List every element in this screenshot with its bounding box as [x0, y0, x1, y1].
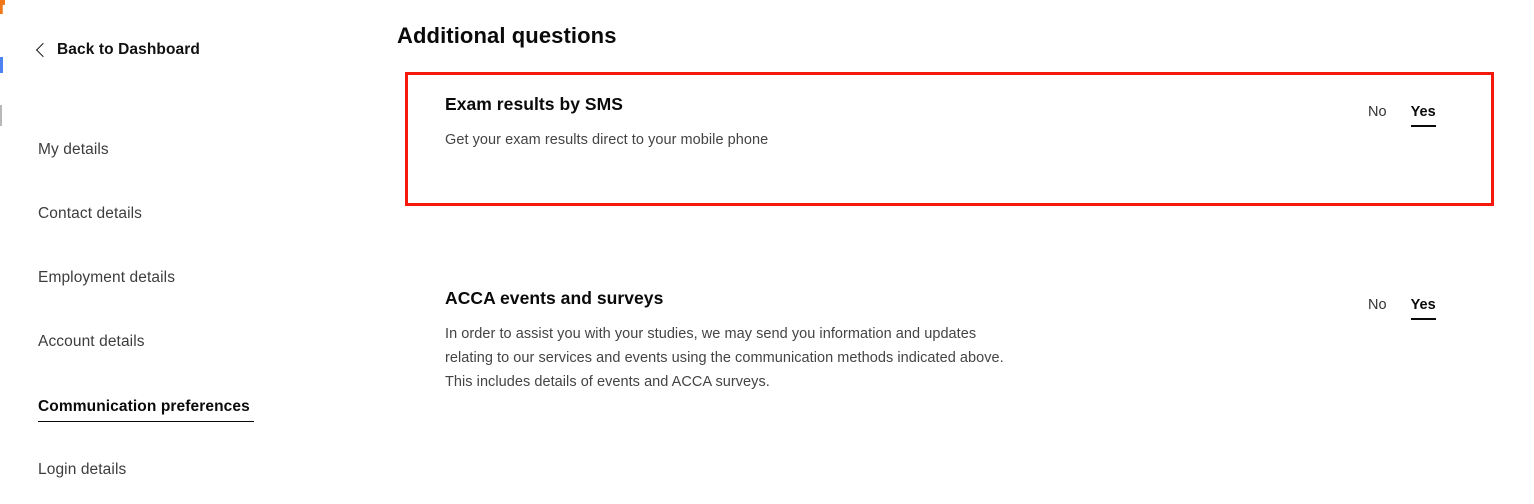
question-description-line: This includes details of events and ACCA… [445, 373, 770, 390]
toggle-option-yes[interactable]: Yes [1410, 105, 1436, 127]
question-block: ACCA events and surveys In order to assis… [445, 288, 1004, 394]
question-title: ACCA events and surveys [445, 288, 664, 308]
yes-no-toggle: No Yes [1368, 105, 1436, 127]
question-block: Exam results by SMS Get your exam results… [445, 94, 768, 152]
question-description: In order to assist you with your studies… [445, 322, 1004, 394]
toggle-option-no[interactable]: No [1368, 298, 1387, 313]
yes-no-toggle: No Yes [1368, 298, 1436, 320]
main-content: Additional questions Exam results by SMS… [0, 0, 1534, 504]
toggle-option-yes[interactable]: Yes [1410, 298, 1436, 320]
question-description: Get your exam results direct to your mob… [445, 128, 768, 152]
question-description-line: Get your exam results direct to your mob… [445, 131, 769, 148]
question-title: Exam results by SMS [445, 94, 623, 114]
page-title: Additional questions [397, 22, 617, 48]
toggle-option-no[interactable]: No [1368, 105, 1387, 120]
question-description-line: relating to our services and events usin… [445, 349, 1004, 366]
question-description-line: In order to assist you with your studies… [445, 325, 977, 342]
